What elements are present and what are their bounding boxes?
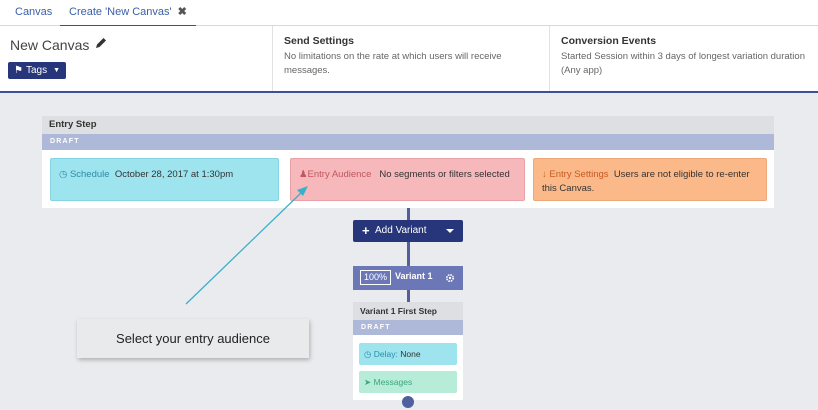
conversion-events-title: Conversion Events (561, 35, 657, 47)
add-step-handle[interactable] (402, 396, 414, 408)
conversion-events-text: Started Session within 3 days of longest… (561, 51, 805, 76)
tab-bar: Canvas Create 'New Canvas' ✖ (0, 0, 818, 27)
tab-create-canvas-label: Create 'New Canvas' (69, 6, 172, 18)
entry-settings-label: Entry Settings (549, 169, 609, 180)
caret-down-icon[interactable] (446, 229, 454, 233)
send-settings-title: Send Settings (284, 35, 355, 47)
gear-icon[interactable] (445, 273, 455, 283)
send-settings-section[interactable]: Send Settings No limitations on the rate… (273, 26, 550, 91)
conversion-events-section[interactable]: Conversion Events Started Session within… (550, 26, 818, 91)
clock-icon: ◷ (59, 169, 68, 180)
schedule-label: Schedule (69, 169, 110, 180)
clock-icon: ◷ (364, 349, 372, 359)
add-variant-button[interactable]: + Add Variant (353, 220, 463, 242)
send-settings-text: No limitations on the rate at which user… (284, 51, 502, 76)
variant-step-status: DRAFT (353, 320, 463, 335)
tags-button[interactable]: ⚑ Tags ▼ (8, 62, 67, 79)
schedule-card[interactable]: ◷ Schedule October 28, 2017 at 1:30pm (50, 158, 279, 201)
entry-step-status: DRAFT (42, 134, 774, 150)
tab-canvas[interactable]: Canvas (15, 0, 52, 26)
variant-name: Variant 1 (395, 271, 433, 281)
variant-step-title: Variant 1 First Step (353, 302, 463, 320)
messages-label: Messages (373, 377, 413, 387)
schedule-value: October 28, 2017 at 1:30pm (114, 169, 234, 180)
entry-settings-card[interactable]: ↓ Entry Settings Users are not eligible … (533, 158, 767, 201)
entry-audience-label: Entry Audience (307, 169, 372, 180)
delay-pill[interactable]: ◷ Delay: None (359, 343, 457, 365)
tags-label: Tags (25, 65, 48, 76)
canvas-header: New Canvas ⚑ Tags ▼ Send Settings No lim… (0, 26, 818, 93)
canvas-name-section: New Canvas ⚑ Tags ▼ (0, 26, 273, 91)
connector-line (407, 290, 410, 302)
entry-step-title: Entry Step (42, 116, 774, 134)
variant-first-step: Variant 1 First Step DRAFT ◷ Delay: None… (353, 302, 463, 400)
users-icon: ♟ (299, 169, 308, 180)
tooltip-callout: Select your entry audience (77, 319, 309, 358)
variant-node[interactable]: 100% Variant 1 (353, 266, 463, 290)
tag-icon: ⚑ (14, 65, 23, 76)
canvas-name[interactable]: New Canvas (10, 37, 89, 53)
paper-plane-icon: ➤ (364, 377, 372, 387)
connector-line (407, 242, 410, 266)
tab-create-canvas[interactable]: Create 'New Canvas' ✖ (60, 0, 196, 27)
arrow-down-icon: ↓ (542, 169, 547, 180)
messages-pill[interactable]: ➤ Messages (359, 371, 457, 393)
entry-step: Entry Step DRAFT ◷ Schedule October 28, … (42, 116, 774, 208)
variant-percentage[interactable]: 100% (360, 270, 392, 285)
pencil-icon[interactable] (94, 36, 108, 50)
add-variant-label: Add Variant (375, 225, 427, 236)
connector-line (407, 208, 410, 220)
entry-audience-value: No segments or filters selected (379, 169, 510, 180)
delay-value: None (400, 349, 421, 359)
plus-icon: + (362, 223, 370, 238)
entry-audience-card[interactable]: ♟Entry Audience No segments or filters s… (290, 158, 525, 201)
delay-label: Delay: (373, 349, 398, 359)
caret-down-icon: ▼ (53, 67, 61, 74)
close-icon[interactable]: ✖ (178, 6, 187, 18)
